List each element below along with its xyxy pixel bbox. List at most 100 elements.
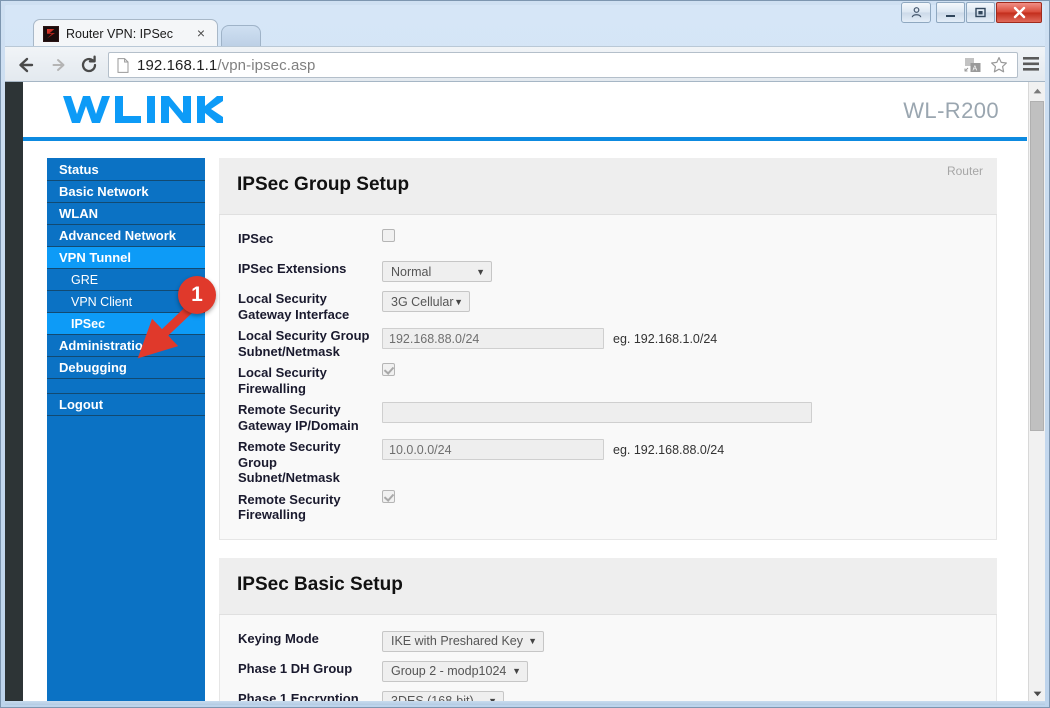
- local-group-subnet-input[interactable]: 192.168.88.0/24: [382, 328, 604, 349]
- sidebar-item-status[interactable]: Status: [47, 159, 205, 181]
- sidebar-item-vpn-tunnel[interactable]: VPN Tunnel: [47, 247, 205, 269]
- browser-menu-button[interactable]: [1021, 55, 1041, 75]
- page-viewport: WL-R200 Status Basic Network WLAN Advanc…: [5, 82, 1045, 702]
- sidebar-item-logout[interactable]: Logout: [47, 394, 205, 416]
- sidebar-spacer: [47, 379, 205, 394]
- minimize-icon: [946, 14, 955, 17]
- maximize-icon: [975, 7, 986, 18]
- keying-mode-select[interactable]: IKE with Preshared Key ▼: [382, 630, 544, 652]
- caret-down-icon: [1033, 691, 1041, 696]
- field-row-keying-mode: Keying Mode IKE with Preshared Key ▼: [220, 630, 996, 655]
- keying-mode-value: IKE with Preshared Key: [391, 634, 524, 648]
- field-row-local-gateway-interface: Local Security Gateway Interface 3G Cell…: [220, 291, 996, 322]
- back-button[interactable]: [14, 53, 38, 77]
- field-label-ipsec-extensions: IPSec Extensions: [238, 261, 347, 276]
- remote-group-subnet-hint: eg. 192.168.88.0/24: [613, 442, 725, 457]
- field-row-remote-firewalling: Remote Security Firewalling: [220, 489, 996, 523]
- scroll-down-button[interactable]: [1029, 685, 1045, 702]
- tab-title: Router VPN: IPSec: [66, 26, 173, 41]
- field-label-remote-firewalling: Remote Security Firewalling: [238, 491, 341, 523]
- panel-header: IPSec Group Setup Router: [219, 158, 997, 215]
- chevron-down-icon: ▼: [528, 636, 537, 646]
- router-favicon-icon: [43, 25, 59, 42]
- sidebar-item-administration[interactable]: Administration: [47, 335, 205, 357]
- content-area: IPSec Group Setup Router IPSec IPSec Ext…: [219, 158, 997, 702]
- phase1-dh-group-select[interactable]: Group 2 - modp1024 ▼: [382, 660, 528, 682]
- ipsec-enable-checkbox[interactable]: [382, 229, 395, 242]
- vertical-scrollbar[interactable]: [1028, 82, 1045, 702]
- sidebar-item-wlan[interactable]: WLAN: [47, 203, 205, 225]
- ipsec-basic-setup-panel: IPSec Basic Setup Keying Mode IKE with P…: [219, 557, 997, 702]
- sidebar-item-basic-network[interactable]: Basic Network: [47, 181, 205, 203]
- scrollbar-thumb[interactable]: [1030, 101, 1044, 431]
- local-group-subnet-hint: eg. 192.168.1.0/24: [613, 331, 718, 346]
- close-icon: [1013, 6, 1025, 19]
- back-arrow-icon: [19, 57, 34, 73]
- field-label-local-group-subnet: Local Security Group Subnet/Netmask: [238, 328, 370, 359]
- router-admin-page: WL-R200 Status Basic Network WLAN Advanc…: [23, 82, 1027, 702]
- field-row-remote-group-subnet: Remote Security Group Subnet/Netmask 10.…: [220, 439, 996, 486]
- svg-text:A: A: [973, 65, 978, 72]
- address-bar[interactable]: 192.168.1.1/vpn-ipsec.asp A: [108, 52, 1018, 78]
- section-title-basic-setup: IPSec Basic Setup: [237, 573, 403, 595]
- panel-tag-router: Router: [946, 164, 983, 178]
- local-gateway-interface-select[interactable]: 3G Cellular ▼: [382, 291, 470, 312]
- field-label-local-firewalling: Local Security Firewalling: [238, 365, 327, 396]
- field-label-local-gateway-interface: Local Security Gateway Interface: [238, 291, 350, 322]
- bookmark-star-icon[interactable]: [990, 56, 1008, 74]
- page-title: IPSec Group Setup: [237, 174, 410, 195]
- field-row-local-firewalling: Local Security Firewalling: [220, 363, 996, 396]
- browser-toolbar: 192.168.1.1/vpn-ipsec.asp A: [5, 46, 1045, 82]
- sidebar-nav: Status Basic Network WLAN Advanced Netwo…: [47, 158, 205, 702]
- device-model: WL-R200: [903, 98, 999, 123]
- user-icon: [911, 7, 921, 18]
- scroll-up-button[interactable]: [1029, 82, 1045, 99]
- translate-icon[interactable]: A: [964, 57, 982, 74]
- forward-button[interactable]: [47, 53, 71, 77]
- field-label-keying-mode: Keying Mode: [238, 630, 319, 646]
- panel-body: IPSec IPSec Extensions Normal ▼ Local Se…: [219, 215, 997, 540]
- field-row-remote-gateway: Remote Security Gateway IP/Domain: [220, 402, 996, 433]
- page-left-gutter: [5, 82, 23, 702]
- field-row-ipsec-extensions: IPSec Extensions Normal ▼: [220, 261, 996, 285]
- wlink-logo: [63, 92, 223, 131]
- remote-group-subnet-input[interactable]: 10.0.0.0/24: [382, 439, 604, 460]
- tab-strip: Router VPN: IPSec ×: [5, 19, 1045, 47]
- reload-button[interactable]: [77, 53, 101, 77]
- ipsec-group-setup-panel: IPSec Group Setup Router IPSec IPSec Ext…: [219, 158, 997, 540]
- tab-close-icon[interactable]: ×: [193, 25, 209, 42]
- chevron-down-icon: ▼: [512, 666, 521, 676]
- address-bar-url: 192.168.1.1/vpn-ipsec.asp: [137, 57, 964, 74]
- annotation-badge-1: 1: [178, 276, 216, 314]
- url-path: /vpn-ipsec.asp: [217, 56, 316, 74]
- reload-arrow-icon: [81, 55, 97, 73]
- sidebar-item-advanced-network[interactable]: Advanced Network: [47, 225, 205, 247]
- sidebar-item-debugging[interactable]: Debugging: [47, 357, 205, 379]
- caret-up-icon: [1033, 88, 1041, 93]
- field-row-phase1-dh-group: Phase 1 DH Group Group 2 - modp1024 ▼: [220, 660, 996, 685]
- sidebar-filler: [47, 416, 205, 702]
- field-label-ipsec: IPSec: [238, 231, 274, 246]
- field-label-phase1-dh-group: Phase 1 DH Group: [238, 660, 353, 676]
- url-host: 192.168.1.1: [137, 56, 218, 74]
- remote-firewalling-checkbox[interactable]: [382, 489, 395, 503]
- field-row-local-group-subnet: Local Security Group Subnet/Netmask 192.…: [220, 328, 996, 359]
- browser-tab[interactable]: Router VPN: IPSec ×: [33, 19, 218, 47]
- field-label-remote-gateway: Remote Security Gateway IP/Domain: [238, 402, 359, 433]
- field-row-ipsec: IPSec: [220, 229, 996, 255]
- hamburger-menu-icon: [1023, 57, 1039, 71]
- panel-body-basic: Keying Mode IKE with Preshared Key ▼ Pha…: [219, 614, 997, 702]
- window-bottom-edge: [5, 701, 1045, 705]
- forward-arrow-icon: [52, 59, 65, 71]
- ipsec-extensions-select[interactable]: Normal ▼: [382, 261, 492, 282]
- ipsec-extensions-value: Normal: [391, 264, 432, 279]
- phase1-dh-group-value: Group 2 - modp1024: [391, 664, 507, 678]
- local-gateway-interface-value: 3G Cellular: [391, 294, 454, 309]
- remote-gateway-input[interactable]: [382, 402, 812, 423]
- local-firewalling-checkbox[interactable]: [382, 363, 395, 376]
- field-label-remote-group-subnet: Remote Security Group Subnet/Netmask: [238, 439, 341, 485]
- sidebar-item-ipsec[interactable]: IPSec: [47, 313, 205, 335]
- wlink-logo-icon: [63, 96, 223, 123]
- panel-header-basic: IPSec Basic Setup: [219, 557, 997, 615]
- new-tab-button[interactable]: [221, 25, 261, 47]
